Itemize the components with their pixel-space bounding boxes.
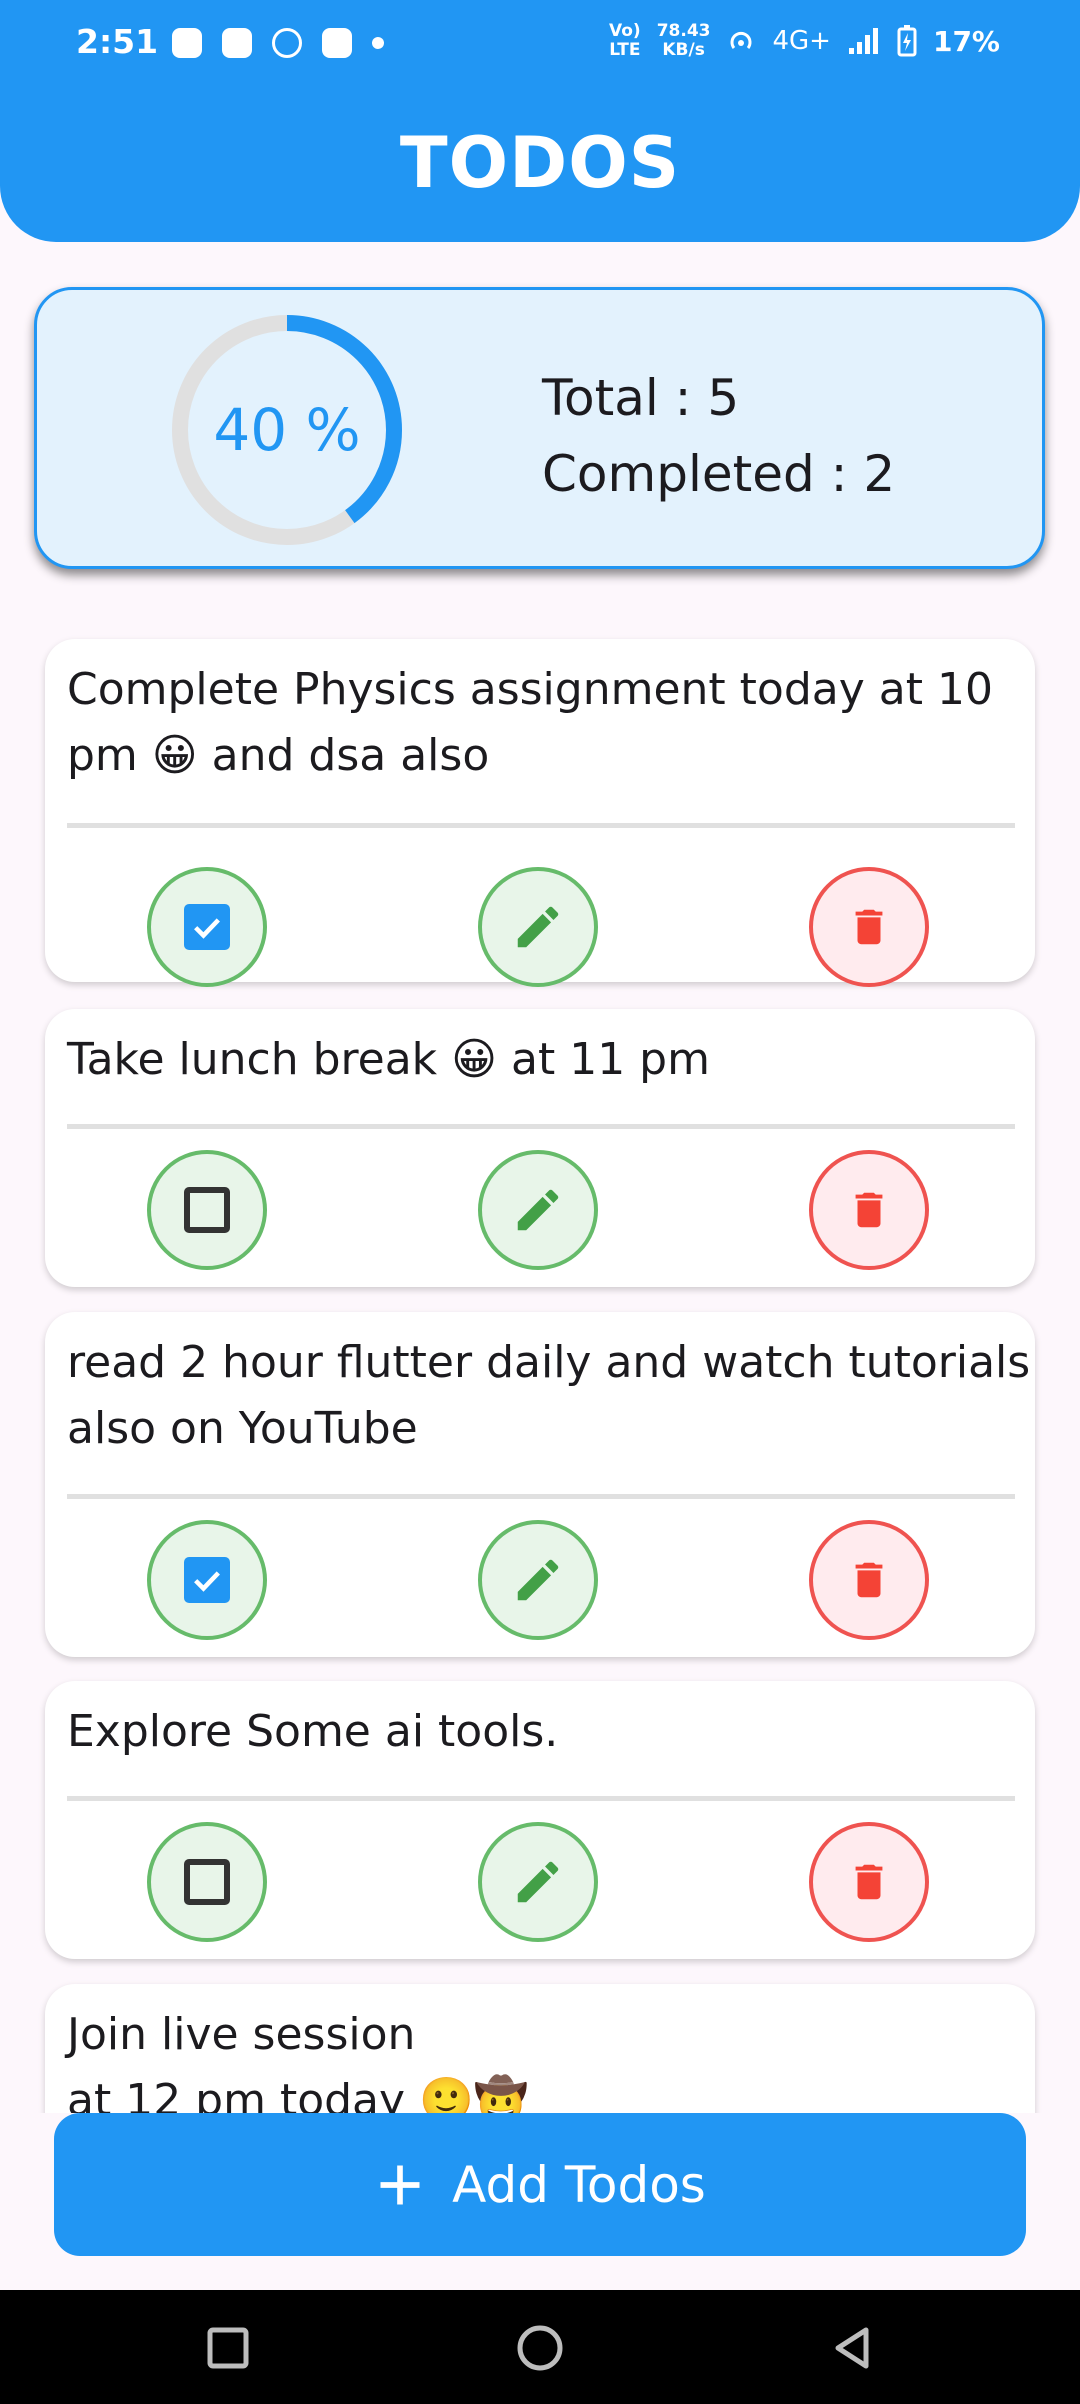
- checkbox-checked-icon: [184, 904, 230, 950]
- todo-card: Join live session at 12 pm today 🙂🤠: [45, 1984, 1035, 2113]
- notification-icons: [172, 28, 384, 58]
- todo-divider: [67, 1494, 1015, 1499]
- home-circle-icon[interactable]: [510, 2318, 570, 2378]
- todo-list[interactable]: Complete Physics assignment today at 10 …: [0, 620, 1080, 2113]
- checkbox-unchecked-icon: [184, 1859, 230, 1905]
- network-speed-unit: KB/s: [662, 40, 705, 60]
- todo-divider: [67, 823, 1015, 828]
- todo-text: Complete Physics assignment today at 10 …: [67, 664, 993, 781]
- todo-text-line: Join live session: [67, 2009, 416, 2060]
- delete-button[interactable]: [809, 867, 929, 987]
- pencil-icon: [517, 1559, 559, 1601]
- status-time: 2:51: [76, 22, 159, 61]
- edit-button[interactable]: [478, 1822, 598, 1942]
- completed-count: Completed : 2: [542, 445, 896, 503]
- edit-button[interactable]: [478, 1520, 598, 1640]
- todo-card: Complete Physics assignment today at 10 …: [45, 639, 1035, 987]
- more-notifications-dot: [372, 37, 384, 49]
- todo-card: Explore Some ai tools.: [45, 1681, 1035, 1959]
- todo-text: Explore Some ai tools.: [67, 1706, 559, 1757]
- message-icon: [172, 28, 202, 58]
- toggle-complete-button[interactable]: [147, 1520, 267, 1640]
- trash-icon: [855, 909, 883, 945]
- trash-icon: [855, 1562, 883, 1598]
- todo-stats: Total : 5 Completed : 2: [542, 360, 895, 512]
- status-bar: 2:51 Vo) LTE 78.43 KB/s 4G+ 17%: [0, 0, 1080, 90]
- delete-button[interactable]: [809, 1520, 929, 1640]
- volte-label: Vo): [609, 21, 641, 41]
- toggle-complete-button[interactable]: [147, 867, 267, 987]
- signal-icon: [848, 28, 878, 54]
- lte-label: LTE: [609, 40, 641, 60]
- page-title: TODOS: [399, 122, 681, 204]
- system-nav-bar: [0, 2290, 1080, 2404]
- network-speed-value: 78.43: [656, 21, 711, 41]
- todo-text: read 2 hour flutter daily and watch tuto…: [67, 1337, 1031, 1454]
- delete-button[interactable]: [809, 1150, 929, 1270]
- add-todos-button[interactable]: Add Todos: [54, 2113, 1026, 2256]
- trash-icon: [855, 1864, 883, 1900]
- edit-button[interactable]: [478, 1150, 598, 1270]
- delete-button[interactable]: [809, 1822, 929, 1942]
- checkbox-checked-icon: [184, 1557, 230, 1603]
- progress-percent: 40 %: [213, 396, 361, 464]
- add-todos-label: Add Todos: [452, 2155, 706, 2214]
- todo-divider: [67, 1796, 1015, 1801]
- todo-divider: [67, 1124, 1015, 1129]
- network-speed: 78.43 KB/s: [657, 22, 711, 60]
- recents-square-icon[interactable]: [198, 2318, 258, 2378]
- app-notification-icon: [222, 28, 252, 58]
- todo-text-line: at 12 pm today 🙂🤠: [67, 2075, 529, 2113]
- pencil-icon: [517, 1861, 559, 1903]
- pencil-icon: [517, 1189, 559, 1231]
- todo-text: Take lunch break 😀 at 11 pm: [67, 1034, 710, 1085]
- toggle-complete-button[interactable]: [147, 1150, 267, 1270]
- pencil-icon: [517, 906, 559, 948]
- paytm-icon: [322, 28, 352, 58]
- progress-summary-card: 40 % Total : 5 Completed : 2: [34, 287, 1045, 569]
- todo-card: Take lunch break 😀 at 11 pm: [45, 1009, 1035, 1287]
- battery-percent: 17%: [932, 24, 1000, 58]
- status-right: Vo) LTE 78.43 KB/s 4G+ 17%: [609, 22, 1000, 60]
- airtel-icon: [272, 28, 302, 58]
- toggle-complete-button[interactable]: [147, 1822, 267, 1942]
- plus-icon: [380, 2165, 420, 2204]
- volte-indicator: Vo) LTE: [609, 22, 641, 60]
- checkbox-unchecked-icon: [184, 1187, 230, 1233]
- back-triangle-icon[interactable]: [822, 2318, 882, 2378]
- edit-button[interactable]: [478, 867, 598, 987]
- battery-charging-icon: [897, 25, 917, 57]
- trash-icon: [855, 1192, 883, 1228]
- total-count: Total : 5: [542, 369, 740, 427]
- app-bar: 2:51 Vo) LTE 78.43 KB/s 4G+ 17% TODOS: [0, 0, 1080, 242]
- network-type: 4G+: [772, 26, 831, 56]
- todo-text: Join live session at 12 pm today 🙂🤠: [67, 2002, 1033, 2113]
- todo-card: read 2 hour flutter daily and watch tuto…: [45, 1312, 1035, 1657]
- hotspot-icon: [731, 31, 752, 49]
